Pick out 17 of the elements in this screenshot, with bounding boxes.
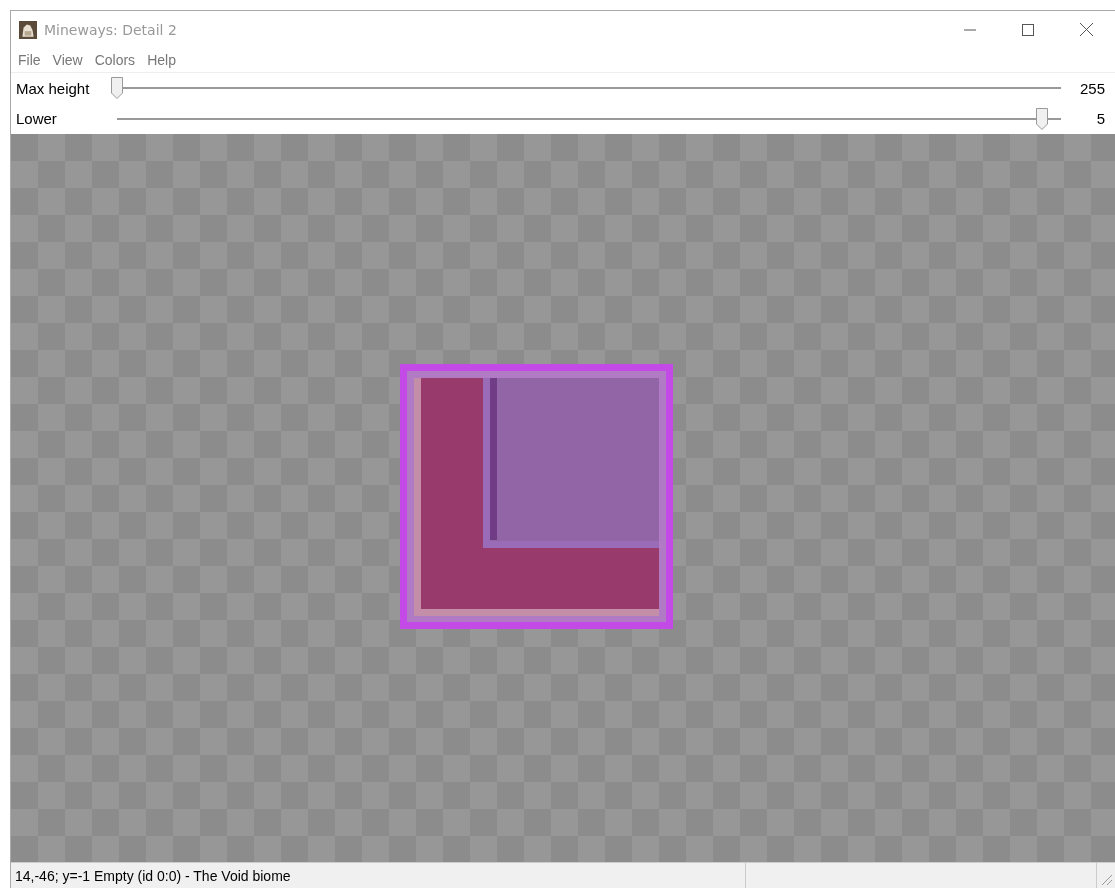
slider-thumb[interactable] xyxy=(111,77,123,100)
map-canvas[interactable] xyxy=(11,134,1115,862)
menu-item[interactable]: Help xyxy=(142,52,183,68)
slider-thumb[interactable] xyxy=(1036,107,1049,130)
status-text: 14,-46; y=-1 Empty (id 0:0) - The Void biome xyxy=(11,863,746,888)
close-icon xyxy=(1079,23,1093,36)
slider-label: Lower xyxy=(16,110,58,128)
slider-value: 255 xyxy=(1078,79,1105,97)
window-title: Mineways: Detail 2 xyxy=(44,21,177,38)
maximize-icon xyxy=(1022,23,1034,36)
menu-item[interactable]: View xyxy=(47,52,90,68)
slider-label: Max height xyxy=(16,79,91,97)
menu-item[interactable]: File xyxy=(13,52,48,68)
slider-value: 5 xyxy=(1095,110,1105,128)
resize-grip-icon[interactable] xyxy=(1099,872,1113,886)
app-icon xyxy=(19,20,37,39)
menu-item[interactable]: Colors xyxy=(89,52,143,68)
